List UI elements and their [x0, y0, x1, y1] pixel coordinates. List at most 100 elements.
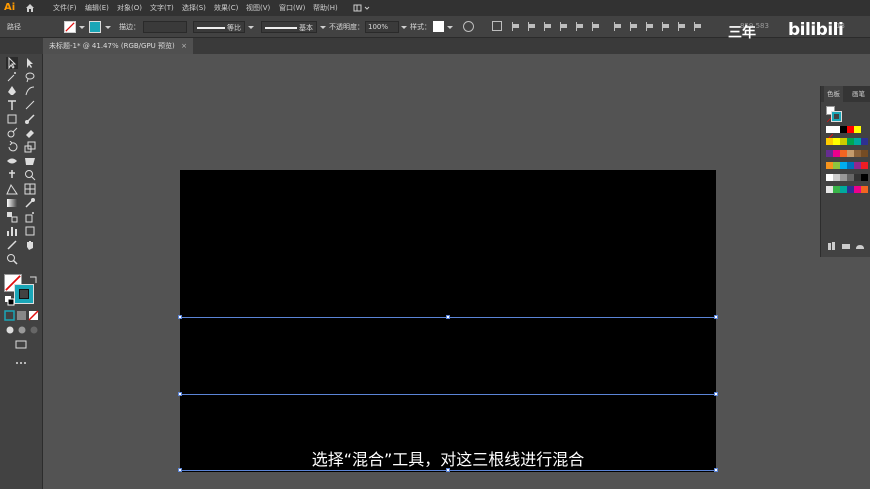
color-swatch[interactable] — [833, 186, 840, 193]
stroke-indicator[interactable] — [14, 284, 34, 304]
cc-libraries-icon[interactable] — [854, 240, 866, 252]
anchor-handle[interactable] — [178, 315, 182, 319]
lasso-tool-icon[interactable] — [24, 71, 36, 83]
width-tool-icon[interactable] — [6, 155, 18, 167]
anchor-handle[interactable] — [446, 315, 450, 319]
fill-dropdown-icon[interactable] — [79, 26, 85, 29]
workspace-switcher-icon[interactable] — [353, 3, 371, 13]
color-swatch[interactable] — [847, 126, 854, 133]
type-tool-icon[interactable] — [6, 99, 18, 111]
anchor-handle[interactable] — [714, 392, 718, 396]
symbol-sprayer-tool-icon[interactable] — [24, 211, 36, 223]
distribute-bottom-icon[interactable] — [646, 22, 654, 31]
perspective-grid-tool-icon[interactable] — [6, 183, 18, 195]
column-graph-tool-icon[interactable] — [6, 225, 18, 237]
variable-width-profile[interactable]: 等比 — [193, 21, 245, 33]
tab-swatches[interactable]: 色板 — [824, 86, 843, 102]
color-swatch[interactable] — [840, 174, 847, 181]
edit-toolbar-icon[interactable] — [15, 357, 27, 369]
color-swatch[interactable] — [854, 138, 861, 145]
menu-view[interactable]: 视图(V) — [246, 3, 270, 13]
menu-file[interactable]: 文件(F) — [53, 3, 77, 13]
gradient-mode-icon[interactable] — [16, 310, 28, 322]
none-mode-icon[interactable] — [28, 310, 40, 322]
color-swatch[interactable] — [854, 126, 861, 133]
color-swatch[interactable] — [861, 174, 868, 181]
color-swatch[interactable] — [861, 150, 868, 157]
distribute-center-icon[interactable] — [678, 22, 686, 31]
menu-edit[interactable]: 编辑(E) — [85, 3, 109, 13]
color-swatch[interactable] — [840, 150, 847, 157]
distribute-middle-icon[interactable] — [630, 22, 638, 31]
default-fill-stroke-icon[interactable] — [4, 295, 16, 307]
color-swatch[interactable] — [847, 138, 854, 145]
color-swatch[interactable] — [861, 186, 868, 193]
profile-1-dropdown-icon[interactable] — [248, 26, 254, 29]
align-bottom-icon[interactable] — [592, 22, 600, 31]
align-right-icon[interactable] — [544, 22, 552, 31]
menu-help[interactable]: 帮助(H) — [313, 3, 338, 13]
hand-tool-icon[interactable] — [24, 239, 36, 251]
stroke-weight-field[interactable] — [143, 21, 187, 33]
artboard-tool-icon[interactable] — [24, 225, 36, 237]
color-swatch[interactable] — [840, 186, 847, 193]
color-swatch[interactable] — [826, 174, 833, 181]
color-swatch[interactable] — [854, 186, 861, 193]
align-to-icon[interactable] — [492, 21, 502, 31]
line-segment-tool-icon[interactable] — [24, 99, 36, 111]
color-swatch[interactable] — [833, 150, 840, 157]
rotate-tool-icon[interactable] — [6, 141, 18, 153]
distribute-right-icon[interactable] — [694, 22, 702, 31]
color-swatch[interactable] — [840, 126, 847, 133]
color-swatch[interactable] — [833, 162, 840, 169]
color-swatch[interactable] — [826, 162, 833, 169]
align-top-icon[interactable] — [560, 22, 568, 31]
slice-tool-icon[interactable] — [6, 239, 18, 251]
document-tab[interactable]: 未标题-1* @ 41.47% (RGB/GPU 预览) × — [43, 38, 193, 54]
opacity-field[interactable]: 100% — [365, 21, 399, 33]
anchor-handle[interactable] — [178, 392, 182, 396]
menu-effect[interactable]: 效果(C) — [214, 3, 238, 13]
color-swatch[interactable] — [861, 162, 868, 169]
show-swatch-kinds-icon[interactable] — [840, 240, 852, 252]
menu-select[interactable]: 选择(S) — [182, 3, 206, 13]
color-swatch[interactable] — [825, 126, 834, 142]
shape-builder-tool-icon[interactable] — [24, 169, 36, 181]
brush-definition[interactable]: 基本 — [261, 21, 317, 33]
draw-behind-icon[interactable] — [16, 324, 28, 336]
blend-tool-icon[interactable] — [6, 211, 18, 223]
direct-selection-tool-icon[interactable] — [24, 57, 36, 69]
color-mode-icon[interactable] — [4, 310, 16, 322]
anchor-handle[interactable] — [178, 468, 182, 472]
mesh-tool-icon[interactable] — [24, 183, 36, 195]
artboard[interactable] — [180, 170, 716, 472]
home-icon[interactable] — [25, 3, 35, 13]
menu-type[interactable]: 文字(T) — [150, 3, 174, 13]
align-left-icon[interactable] — [512, 22, 520, 31]
tab-brushes[interactable]: 画笔 — [849, 86, 868, 102]
color-swatch[interactable] — [847, 162, 854, 169]
eraser-tool-icon[interactable] — [24, 127, 36, 139]
anchor-handle[interactable] — [714, 315, 718, 319]
free-transform-tool-icon[interactable] — [24, 155, 36, 167]
color-swatch[interactable] — [847, 150, 854, 157]
distribute-left-icon[interactable] — [662, 22, 670, 31]
opacity-dropdown-icon[interactable] — [401, 26, 407, 29]
align-middle-icon[interactable] — [576, 22, 584, 31]
color-swatch[interactable] — [854, 150, 861, 157]
menu-object[interactable]: 对象(O) — [117, 3, 142, 13]
close-tab-icon[interactable]: × — [181, 38, 187, 54]
menu-window[interactable]: 窗口(W) — [279, 3, 305, 13]
zoom-tool-icon[interactable] — [6, 253, 18, 265]
stroke-swatch[interactable] — [89, 21, 101, 33]
color-swatch[interactable] — [840, 162, 847, 169]
color-swatch[interactable] — [833, 174, 840, 181]
curvature-tool-icon[interactable] — [24, 85, 36, 97]
paintbrush-tool-icon[interactable] — [24, 113, 36, 125]
color-swatch[interactable] — [854, 162, 861, 169]
magic-wand-tool-icon[interactable] — [6, 71, 18, 83]
pen-tool-icon[interactable] — [6, 85, 18, 97]
swatch-libraries-icon[interactable] — [826, 240, 838, 252]
shaper-tool-icon[interactable] — [6, 127, 18, 139]
profile-2-dropdown-icon[interactable] — [320, 26, 326, 29]
